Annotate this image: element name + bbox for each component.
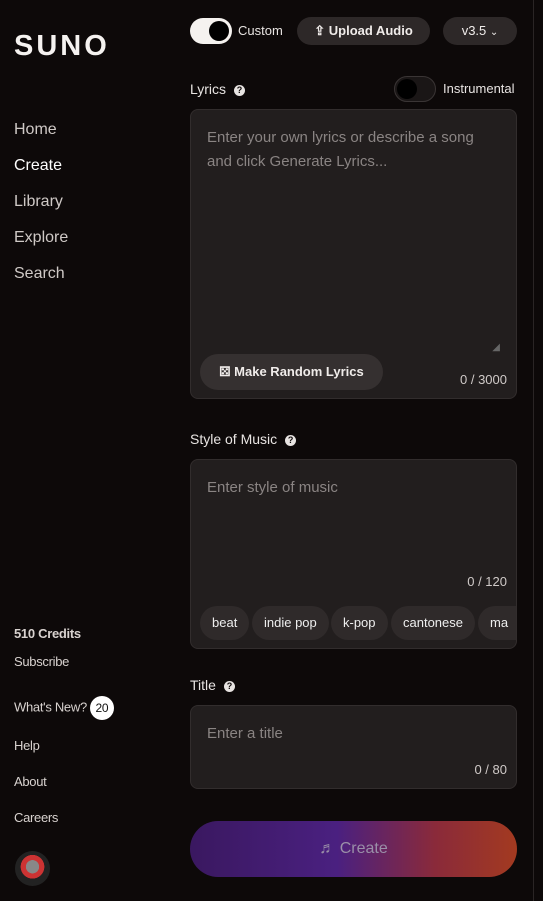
- upload-icon: ⇪: [314, 23, 329, 38]
- lyrics-count: 0 / 3000: [460, 372, 507, 387]
- title-placeholder: Enter a title: [207, 725, 283, 742]
- upload-audio-button[interactable]: ⇪ Upload Audio: [297, 17, 430, 45]
- subscribe-link[interactable]: Subscribe: [14, 654, 69, 669]
- create-label: Create: [339, 840, 388, 857]
- chevron-down-icon: ⌄: [489, 27, 499, 38]
- nav-search[interactable]: Search: [14, 264, 68, 300]
- lyrics-textarea[interactable]: Enter your own lyrics or describe a song…: [190, 109, 517, 399]
- toggle-knob: [209, 21, 229, 41]
- version-label: v3.5: [461, 23, 487, 38]
- style-tag[interactable]: ma: [478, 606, 516, 640]
- title-count: 0 / 80: [474, 762, 507, 777]
- create-button[interactable]: ♬ Create: [190, 821, 517, 877]
- style-tag[interactable]: k-pop: [331, 606, 388, 640]
- nav-create[interactable]: Create: [14, 156, 68, 192]
- random-label: Make Random Lyrics: [234, 364, 364, 379]
- style-tag[interactable]: cantonese: [391, 606, 475, 640]
- version-select[interactable]: v3.5 ⌄: [443, 17, 517, 45]
- whats-new-label: What's New?: [14, 699, 87, 715]
- help-link[interactable]: Help: [14, 738, 40, 753]
- nav-home[interactable]: Home: [14, 120, 68, 156]
- avatar[interactable]: [15, 851, 50, 886]
- help-icon[interactable]: ?: [234, 85, 246, 96]
- instrumental-toggle[interactable]: [394, 76, 436, 102]
- resize-handle-icon[interactable]: ◢: [492, 342, 500, 353]
- custom-toggle[interactable]: [190, 18, 232, 44]
- custom-label: Custom: [238, 23, 283, 38]
- music-note-icon: ♬: [319, 840, 340, 857]
- careers-link[interactable]: Careers: [14, 810, 58, 825]
- whats-new-link[interactable]: What's New? 20: [14, 696, 114, 720]
- main-nav: Home Create Library Explore Search: [14, 120, 68, 300]
- nav-library[interactable]: Library: [14, 192, 68, 228]
- title-label: Title?: [190, 677, 235, 693]
- style-placeholder: Enter style of music: [207, 479, 338, 496]
- divider: [533, 0, 534, 901]
- instrumental-label: Instrumental: [443, 81, 515, 96]
- make-random-lyrics-button[interactable]: ⚄ Make Random Lyrics: [200, 354, 383, 390]
- credits: 510 Credits: [14, 626, 81, 641]
- upload-label: Upload Audio: [328, 23, 413, 38]
- style-tag[interactable]: indie pop: [252, 606, 329, 640]
- help-icon[interactable]: ?: [285, 435, 297, 446]
- about-link[interactable]: About: [14, 774, 47, 789]
- style-label: Style of Music?: [190, 431, 297, 447]
- style-count: 0 / 120: [467, 574, 507, 589]
- whats-new-badge: 20: [89, 696, 114, 720]
- dice-icon: ⚄: [219, 364, 235, 379]
- toggle-knob: [397, 79, 417, 99]
- lyrics-label: Lyrics?: [190, 81, 246, 97]
- style-input[interactable]: Enter style of music 0 / 120 beat indie …: [190, 459, 517, 649]
- suno-logo[interactable]: SUNO: [14, 30, 110, 63]
- nav-explore[interactable]: Explore: [14, 228, 68, 264]
- lyrics-placeholder: Enter your own lyrics or describe a song…: [207, 129, 474, 170]
- title-input[interactable]: Enter a title 0 / 80: [190, 705, 517, 789]
- style-tag[interactable]: beat: [200, 606, 250, 640]
- help-icon[interactable]: ?: [223, 681, 235, 692]
